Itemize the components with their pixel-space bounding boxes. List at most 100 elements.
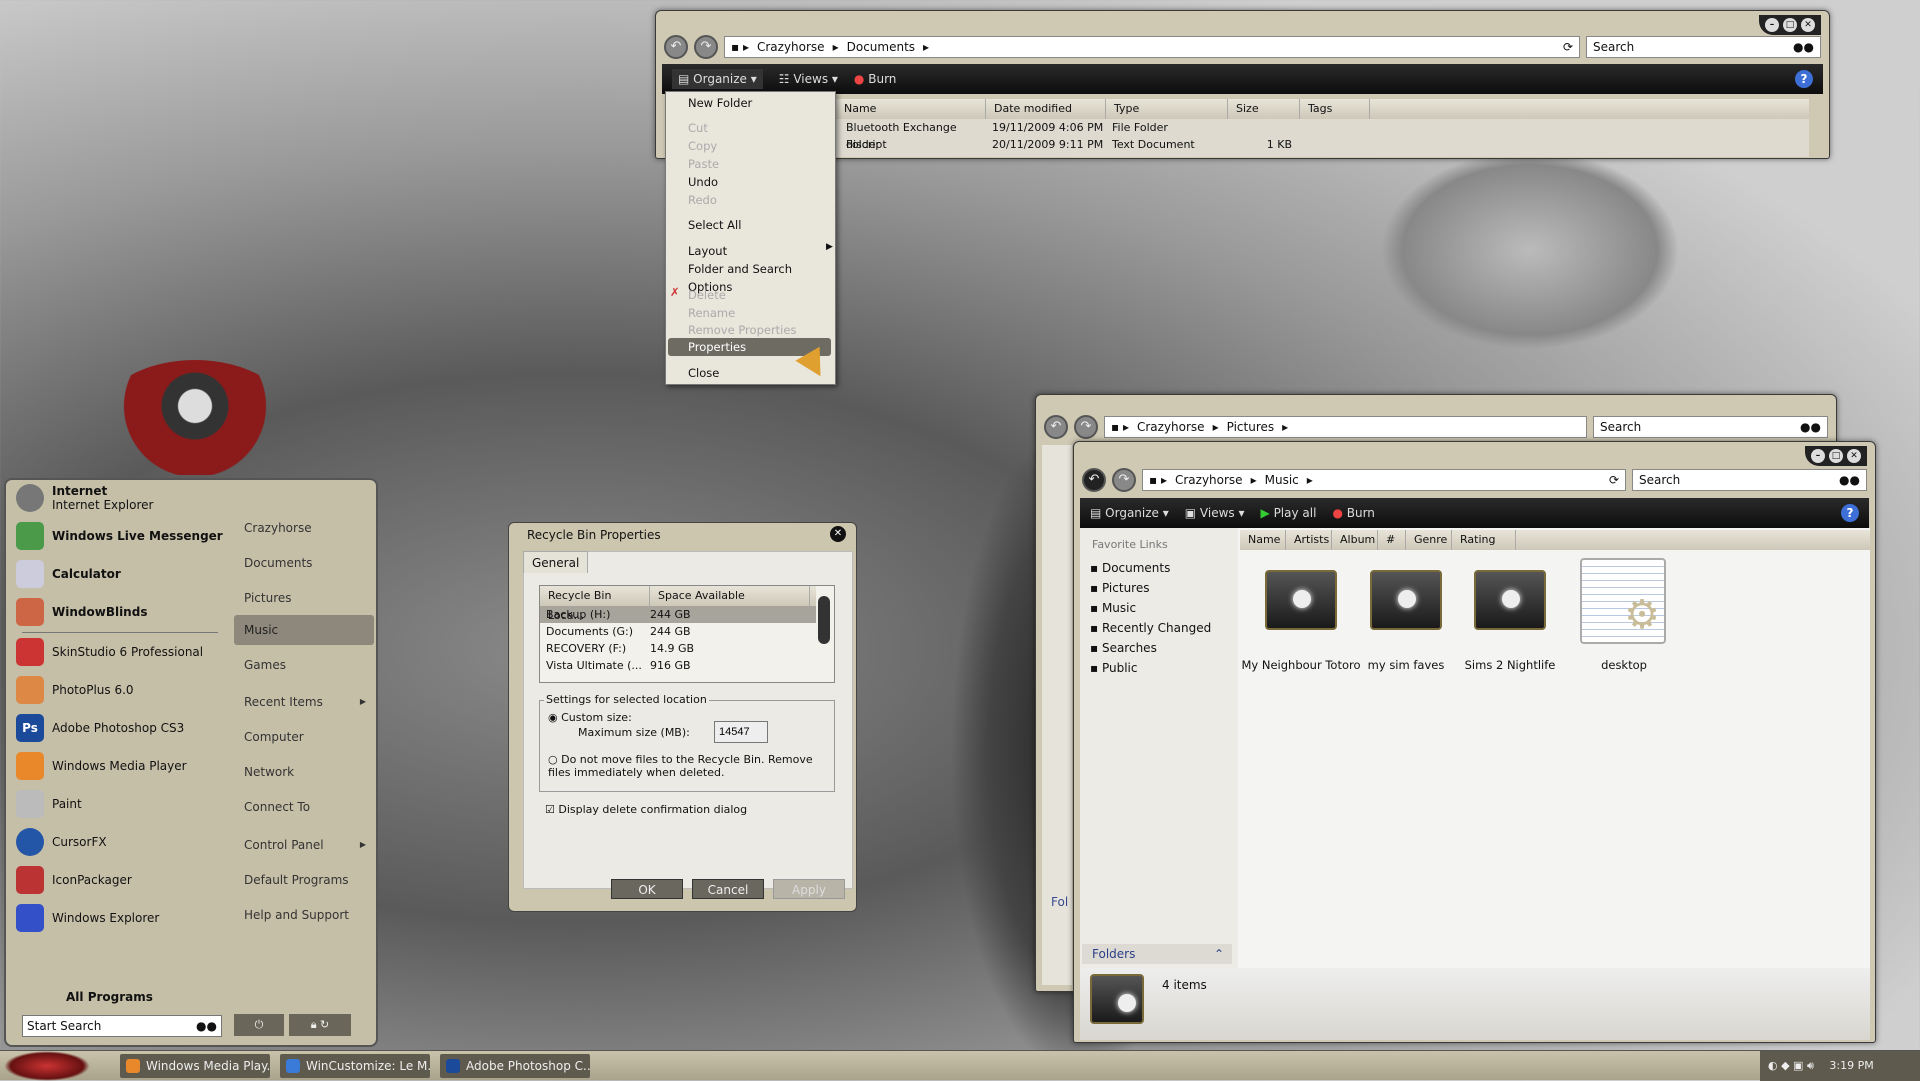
- column-artists[interactable]: Artists: [1286, 530, 1332, 550]
- taskbar-button[interactable]: Adobe Photoshop C...: [440, 1054, 590, 1078]
- file-row[interactable]: discript 20/11/2009 9:11 PM Text Document 1…: [836, 136, 1809, 153]
- link-public[interactable]: ▪ Public: [1090, 658, 1211, 678]
- breadcrumb-music[interactable]: Music: [1265, 473, 1299, 487]
- address-bar[interactable]: ▪ ▸ Crazyhorse ▸ Music ▸ ⟳: [1142, 469, 1626, 491]
- search-input[interactable]: Search ●●: [1586, 36, 1821, 58]
- menu-remove-properties[interactable]: Remove Properties: [688, 321, 831, 339]
- back-button[interactable]: ↶: [1082, 468, 1106, 492]
- start-right-pictures[interactable]: Pictures: [234, 583, 374, 613]
- start-right-connect-to[interactable]: Connect To: [234, 792, 374, 822]
- link-documents[interactable]: ▪ Documents: [1090, 558, 1211, 578]
- pinned-windowblinds[interactable]: WindowBlinds: [16, 598, 147, 626]
- tray-icons[interactable]: ◐ ◆ ▣ 🔊︎: [1768, 1059, 1814, 1072]
- column-rating[interactable]: Rating: [1452, 530, 1516, 550]
- breadcrumb-documents[interactable]: Documents: [847, 40, 915, 54]
- start-right-documents[interactable]: Documents: [234, 548, 374, 578]
- folder-item[interactable]: My Neighbour Totoro: [1241, 558, 1361, 672]
- organize-button[interactable]: ▤ Organize ▾: [1090, 506, 1169, 520]
- column-genre[interactable]: Genre: [1406, 530, 1452, 550]
- start-right-computer[interactable]: Computer: [234, 722, 374, 752]
- power-button[interactable]: ⏻: [234, 1014, 284, 1036]
- breadcrumb-crazyhorse[interactable]: Crazyhorse: [757, 40, 825, 54]
- menu-delete[interactable]: Delete: [688, 286, 831, 304]
- start-right-games[interactable]: Games: [234, 650, 374, 680]
- menu-rename[interactable]: Rename: [688, 304, 831, 322]
- custom-size-radio[interactable]: ◉ Custom size:: [548, 711, 632, 724]
- location-row[interactable]: Vista Ultimate (... 916 GB: [540, 657, 834, 674]
- pinned-calculator[interactable]: Calculator: [16, 560, 121, 588]
- ok-button[interactable]: OK: [611, 879, 683, 899]
- help-icon[interactable]: ?: [1795, 70, 1813, 88]
- forward-button[interactable]: ↷: [1074, 415, 1098, 439]
- lock-button[interactable]: 🔒︎ ↻: [289, 1014, 351, 1036]
- folder-item[interactable]: Sims 2 Nightlife: [1465, 558, 1555, 672]
- menu-cut[interactable]: Cut: [688, 119, 831, 137]
- start-button[interactable]: [4, 1051, 90, 1081]
- address-bar[interactable]: ▪ ▸ Crazyhorse ▸ Pictures ▸: [1104, 416, 1587, 438]
- program-item[interactable]: CursorFX: [16, 828, 107, 856]
- link-searches[interactable]: ▪ Searches: [1090, 638, 1211, 658]
- folders-toggle[interactable]: Fol: [1051, 895, 1068, 909]
- menu-copy[interactable]: Copy: [688, 137, 831, 155]
- search-input[interactable]: Search ●●: [1593, 416, 1828, 438]
- maximize-button[interactable]: □: [1829, 449, 1843, 463]
- back-button[interactable]: ↶: [664, 35, 688, 59]
- start-right-help[interactable]: Help and Support: [234, 900, 374, 930]
- menu-undo[interactable]: Undo: [688, 173, 831, 191]
- tab-general[interactable]: General: [523, 551, 589, 573]
- address-bar[interactable]: ▪ ▸ Crazyhorse ▸ Documents ▸ ⟳: [724, 36, 1580, 58]
- file-row[interactable]: Bluetooth Exchange Folder 19/11/2009 4:06…: [836, 119, 1809, 151]
- menu-redo[interactable]: Redo: [688, 191, 831, 209]
- views-button[interactable]: ☷ Views ▾: [779, 72, 838, 86]
- column-album[interactable]: Album: [1332, 530, 1378, 550]
- column-name[interactable]: Name: [1240, 530, 1286, 550]
- breadcrumb-crazyhorse[interactable]: Crazyhorse: [1175, 473, 1243, 487]
- program-item[interactable]: Paint: [16, 790, 82, 818]
- organize-button[interactable]: ▤ Organize ▾: [672, 69, 763, 89]
- clock[interactable]: 3:19 PM: [1829, 1059, 1873, 1072]
- menu-paste[interactable]: Paste: [688, 155, 831, 173]
- scrollbar[interactable]: [818, 596, 830, 644]
- refresh-icon[interactable]: ⟳: [1563, 40, 1573, 54]
- pinned-messenger[interactable]: Windows Live Messenger: [16, 522, 223, 550]
- no-move-radio[interactable]: ○ Do not move files to the Recycle Bin. …: [548, 753, 828, 779]
- program-item[interactable]: SkinStudio 6 Professional: [16, 638, 203, 666]
- all-programs-button[interactable]: All Programs: [66, 990, 153, 1004]
- cancel-button[interactable]: Cancel: [692, 879, 764, 899]
- link-recently-changed[interactable]: ▪ Recently Changed: [1090, 618, 1211, 638]
- close-button[interactable]: ✕: [830, 526, 846, 542]
- forward-button[interactable]: ↷: [1112, 468, 1136, 492]
- burn-button[interactable]: ● Burn: [854, 72, 896, 86]
- start-right-control-panel[interactable]: Control Panel ▶: [234, 830, 374, 860]
- start-right-network[interactable]: Network: [234, 757, 374, 787]
- location-row[interactable]: Documents (G:) 244 GB: [540, 623, 834, 640]
- views-button[interactable]: ▣ Views ▾: [1185, 506, 1245, 520]
- program-item[interactable]: Ps Adobe Photoshop CS3: [16, 714, 184, 742]
- location-row[interactable]: Backup (H:) 244 GB: [540, 606, 816, 623]
- minimize-button[interactable]: –: [1811, 449, 1825, 463]
- max-size-input[interactable]: [714, 721, 768, 743]
- pinned-internet[interactable]: Internet Internet Explorer: [16, 484, 153, 512]
- menu-folder-search-options[interactable]: Folder and Search Options: [688, 260, 831, 294]
- column-number[interactable]: #: [1378, 530, 1406, 550]
- program-item[interactable]: Windows Media Player: [16, 752, 187, 780]
- start-right-crazyhorse[interactable]: Crazyhorse: [234, 513, 374, 543]
- start-right-music[interactable]: Music: [234, 615, 374, 645]
- program-item[interactable]: IconPackager: [16, 866, 132, 894]
- start-right-recent-items[interactable]: Recent Items ▶: [234, 687, 374, 717]
- link-pictures[interactable]: ▪ Pictures: [1090, 578, 1211, 598]
- minimize-button[interactable]: –: [1765, 18, 1779, 32]
- help-icon[interactable]: ?: [1841, 504, 1859, 522]
- folders-toggle[interactable]: Folders ⌃: [1082, 944, 1232, 964]
- taskbar-button[interactable]: Windows Media Play...: [120, 1054, 270, 1078]
- search-input[interactable]: Search ●●: [1632, 469, 1867, 491]
- folder-item[interactable]: my sim faves: [1362, 558, 1450, 672]
- link-music[interactable]: ▪ Music: [1090, 598, 1211, 618]
- location-row[interactable]: RECOVERY (F:) 14.9 GB: [540, 640, 834, 657]
- menu-layout[interactable]: Layout: [688, 242, 831, 260]
- forward-button[interactable]: ↷: [694, 35, 718, 59]
- menu-new-folder[interactable]: New Folder: [688, 94, 831, 112]
- back-button[interactable]: ↶: [1044, 415, 1068, 439]
- menu-select-all[interactable]: Select All: [688, 216, 831, 234]
- close-button[interactable]: ✕: [1847, 449, 1861, 463]
